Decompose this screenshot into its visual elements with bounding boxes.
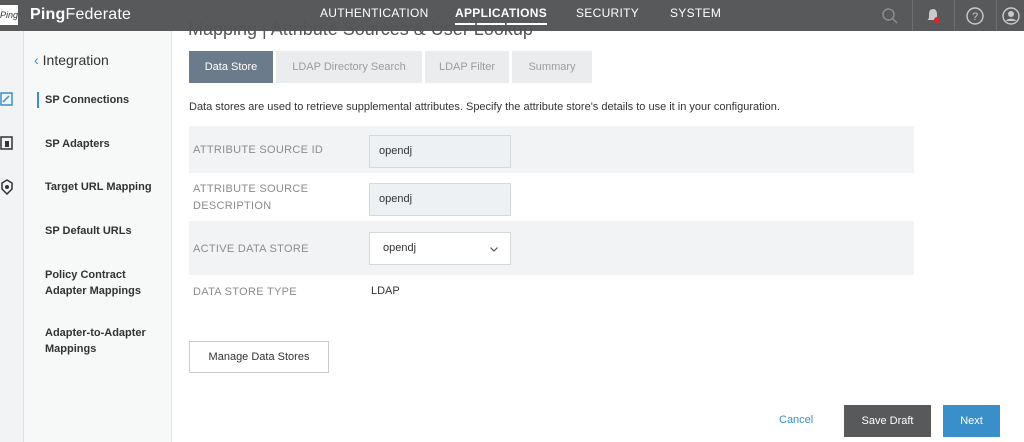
source-description-label-line1: ATTRIBUTE SOURCE xyxy=(193,183,309,195)
sidebar-item-sp-default-urls[interactable]: SP Default URLs xyxy=(45,223,165,239)
section-description: Data stores are used to retrieve supplem… xyxy=(189,101,780,113)
notifications-button[interactable] xyxy=(912,0,952,31)
sidebar-item-target-url-mapping[interactable]: Target URL Mapping xyxy=(45,179,165,195)
product-brand: PingFederate xyxy=(30,5,131,25)
notification-bell-icon xyxy=(927,8,940,23)
form-row-data-store-type: DATA STORE TYPE LDAP xyxy=(189,275,914,309)
sidebar-back-label: Integration xyxy=(42,52,109,68)
form-row-source-description: ATTRIBUTE SOURCE DESCRIPTION opendj xyxy=(189,173,914,221)
active-data-store-label: ACTIVE DATA STORE xyxy=(193,243,309,255)
active-data-store-value: opendj xyxy=(383,242,417,254)
tab-ldap-directory-search[interactable]: LDAP Directory Search xyxy=(276,51,422,83)
sidebar-item-policy-contract-adapter-mappings[interactable]: Policy Contract Adapter Mappings xyxy=(45,267,150,299)
help-button[interactable]: ? xyxy=(954,0,994,31)
data-store-type-label: DATA STORE TYPE xyxy=(193,286,297,298)
sidebar-back-link[interactable]: ‹ Integration xyxy=(34,52,109,68)
sidebar-icon-rail xyxy=(0,31,24,442)
page-breadcrumb: Mapping | Attribute Sources & User Looku… xyxy=(188,19,533,39)
chevron-down-icon xyxy=(490,247,498,252)
nav-security[interactable]: SECURITY xyxy=(576,0,639,31)
search-button[interactable] xyxy=(870,0,910,31)
sidebar-item-sp-connections[interactable]: SP Connections xyxy=(37,92,165,108)
active-data-store-select[interactable]: opendj xyxy=(369,232,511,265)
svg-text:?: ? xyxy=(971,11,977,23)
form-row-source-id: ATTRIBUTE SOURCE ID opendj xyxy=(189,126,914,173)
tab-summary[interactable]: Summary xyxy=(512,51,592,83)
ping-logo: Ping xyxy=(0,5,18,25)
manage-data-stores-button[interactable]: Manage Data Stores xyxy=(189,341,329,373)
nav-system[interactable]: SYSTEM xyxy=(670,0,721,31)
next-button[interactable]: Next xyxy=(943,405,1000,437)
help-icon: ? xyxy=(965,6,984,25)
brand-light: Federate xyxy=(65,6,132,23)
tab-data-store[interactable]: Data Store xyxy=(189,51,273,83)
form-row-active-data-store: ACTIVE DATA STORE opendj xyxy=(189,221,914,275)
user-avatar-icon xyxy=(1001,6,1020,25)
tab-ldap-filter[interactable]: LDAP Filter xyxy=(425,51,509,83)
source-description-label: ATTRIBUTE SOURCE DESCRIPTION xyxy=(193,181,308,215)
brand-bold: Ping xyxy=(30,6,66,23)
source-id-label: ATTRIBUTE SOURCE ID xyxy=(193,144,324,156)
save-draft-button[interactable]: Save Draft xyxy=(844,405,931,437)
sp-adapters-icon[interactable] xyxy=(0,135,14,151)
sidebar: ‹ Integration SP Connections SP Adapters … xyxy=(24,31,172,442)
data-store-type-value: LDAP xyxy=(371,285,400,297)
sidebar-item-sp-adapters[interactable]: SP Adapters xyxy=(45,136,165,152)
sidebar-item-adapter-to-adapter-mappings[interactable]: Adapter-to-Adapter Mappings xyxy=(45,325,150,357)
user-menu-button[interactable] xyxy=(996,0,1024,31)
source-description-label-line2: DESCRIPTION xyxy=(193,200,272,212)
target-url-mapping-icon[interactable] xyxy=(0,179,14,195)
chevron-left-icon: ‹ xyxy=(34,52,39,68)
sp-connections-icon[interactable] xyxy=(0,91,14,107)
search-icon xyxy=(882,7,898,23)
cancel-button[interactable]: Cancel xyxy=(779,414,813,426)
main-content: Mapping | Attribute Sources & User Looku… xyxy=(172,19,1024,442)
source-description-input[interactable]: opendj xyxy=(369,183,511,216)
source-id-input[interactable]: opendj xyxy=(369,135,511,168)
